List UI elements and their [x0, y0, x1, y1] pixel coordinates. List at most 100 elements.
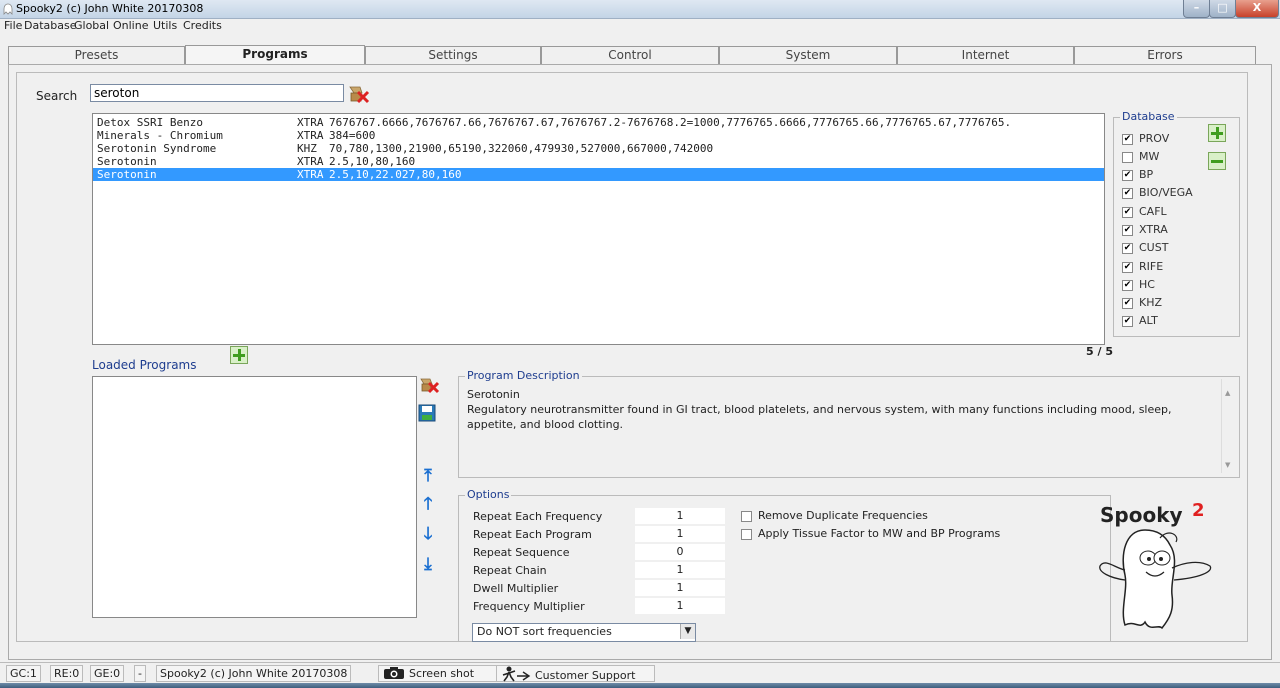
frequency-multiplier-field[interactable]: 1: [635, 598, 725, 614]
move-up-icon[interactable]: 🡑: [420, 494, 436, 514]
checkbox-icon: ✔: [1122, 133, 1133, 145]
result-row[interactable]: Minerals - Chromium XTRA 384=600: [93, 129, 1104, 142]
scroll-down-icon[interactable]: ▼: [1225, 461, 1230, 469]
checkbox-icon: ✔: [1122, 206, 1133, 218]
checkbox-icon: ✔: [1122, 315, 1133, 327]
result-count: 5 / 5: [1086, 345, 1113, 358]
db-checkbox-rife[interactable]: ✔ RIFE: [1122, 260, 1163, 276]
options-title: Options: [465, 488, 512, 501]
minimize-button[interactable]: –: [1183, 0, 1210, 18]
dwell-multiplier-field[interactable]: 1: [635, 580, 725, 596]
search-input[interactable]: [90, 84, 344, 102]
add-program-plus-icon[interactable]: [230, 346, 248, 364]
status-re: RE:0: [50, 665, 84, 682]
checkbox-icon: ✔: [1122, 169, 1133, 181]
repeat-each-frequency-label: Repeat Each Frequency: [473, 510, 603, 523]
db-checkbox-cust[interactable]: ✔ CUST: [1122, 241, 1168, 257]
screenshot-button[interactable]: Screen shot: [378, 665, 497, 682]
apply-tissue-factor-checkbox[interactable]: Apply Tissue Factor to MW and BP Program…: [741, 527, 1000, 540]
app-icon: [3, 3, 13, 15]
result-freqs: 7676767.6666,7676767.66,7676767.67,76767…: [329, 116, 1012, 129]
menu-bar: File Database Global Online Utils Credit…: [0, 19, 1280, 33]
program-description-name: Serotonin: [467, 388, 520, 401]
loaded-programs-list[interactable]: [92, 376, 417, 618]
menu-utils[interactable]: Utils: [153, 19, 177, 32]
program-description-text: Serotonin Regulatory neurotransmitter fo…: [467, 387, 1217, 432]
tab-control[interactable]: Control: [541, 46, 719, 64]
db-checkbox-prov[interactable]: ✔ PROV: [1122, 132, 1169, 148]
checkbox-icon: ✔: [1122, 261, 1133, 273]
program-description-group: Program Description Serotonin Regulatory…: [458, 369, 1240, 478]
menu-online[interactable]: Online: [113, 19, 148, 32]
result-db: KHZ: [297, 142, 317, 155]
result-name: Minerals - Chromium: [97, 129, 223, 142]
db-checkbox-mw[interactable]: MW: [1122, 150, 1159, 166]
checkbox-icon: ✔: [1122, 187, 1133, 199]
checkbox-icon: [741, 528, 752, 540]
spooky2-logo: Spooky 2: [1090, 500, 1230, 640]
db-checkbox-bio-vega[interactable]: ✔ BIO/VEGA: [1122, 186, 1193, 202]
checkbox-icon: ✔: [1122, 297, 1133, 309]
remove-duplicate-frequencies-checkbox[interactable]: Remove Duplicate Frequencies: [741, 509, 928, 522]
sort-frequencies-select[interactable]: Do NOT sort frequencies ▼: [472, 623, 696, 642]
add-database-plus-icon[interactable]: [1208, 124, 1226, 142]
tab-presets[interactable]: Presets: [8, 46, 185, 64]
tab-internet[interactable]: Internet: [897, 46, 1074, 64]
clear-search-icon[interactable]: [346, 84, 370, 106]
result-row[interactable]: Serotonin Syndrome KHZ 70,780,1300,21900…: [93, 142, 1104, 155]
menu-file[interactable]: File: [4, 19, 22, 32]
repeat-each-program-field[interactable]: 1: [635, 526, 725, 542]
result-name: Serotonin: [97, 168, 157, 181]
customer-support-button[interactable]: Customer Support: [496, 665, 655, 682]
clear-loaded-icon[interactable]: [418, 376, 440, 396]
repeat-sequence-label: Repeat Sequence: [473, 546, 570, 559]
checkbox-icon: ✔: [1122, 279, 1133, 291]
window-title: Spooky2 (c) John White 20170308: [16, 2, 204, 15]
status-dash: -: [134, 665, 146, 682]
chevron-down-icon[interactable]: ▼: [680, 624, 695, 639]
result-row[interactable]: Detox SSRI Benzo XTRA 7676767.6666,76767…: [93, 116, 1104, 129]
move-to-top-icon[interactable]: ⤒: [420, 466, 436, 486]
close-button[interactable]: X: [1235, 0, 1279, 18]
logo-text: Spooky: [1100, 503, 1183, 527]
menu-database[interactable]: Database: [24, 19, 77, 32]
database-filter-group: Database ✔ PROV MW ✔ BP ✔ BIO/VEGA ✔ CAFL ✔ X…: [1113, 110, 1240, 337]
menu-global[interactable]: Global: [74, 19, 109, 32]
repeat-sequence-field[interactable]: 0: [635, 544, 725, 560]
tab-settings[interactable]: Settings: [365, 46, 541, 64]
title-bar: Spooky2 (c) John White 20170308 – □ X: [0, 0, 1280, 19]
remove-database-minus-icon[interactable]: [1208, 152, 1226, 170]
db-checkbox-cafl[interactable]: ✔ CAFL: [1122, 205, 1167, 221]
move-down-icon[interactable]: 🡓: [420, 524, 436, 544]
db-checkbox-khz[interactable]: ✔ KHZ: [1122, 296, 1162, 312]
tab-errors[interactable]: Errors: [1074, 46, 1256, 64]
scroll-up-icon[interactable]: ▲: [1225, 389, 1230, 397]
tab-system[interactable]: System: [719, 46, 897, 64]
maximize-button[interactable]: □: [1209, 0, 1236, 18]
save-icon[interactable]: [418, 404, 436, 422]
os-taskbar: [0, 683, 1280, 688]
program-results-list[interactable]: Detox SSRI Benzo XTRA 7676767.6666,76767…: [92, 113, 1105, 345]
result-freqs: 2.5,10,22.027,80,160: [329, 168, 462, 181]
result-freqs: 70,780,1300,21900,65190,322060,479930,52…: [329, 142, 714, 155]
db-checkbox-xtra[interactable]: ✔ XTRA: [1122, 223, 1168, 239]
db-checkbox-hc[interactable]: ✔ HC: [1122, 278, 1155, 294]
menu-credits[interactable]: Credits: [183, 19, 222, 32]
db-checkbox-bp[interactable]: ✔ BP: [1122, 168, 1153, 184]
status-gc: GC:1: [6, 665, 41, 682]
description-scrollbar[interactable]: ▲ ▼: [1221, 379, 1236, 473]
repeat-each-frequency-field[interactable]: 1: [635, 508, 725, 524]
result-row-selected[interactable]: Serotonin XTRA 2.5,10,22.027,80,160: [93, 168, 1104, 181]
frequency-multiplier-label: Frequency Multiplier: [473, 600, 585, 613]
result-db: XTRA: [297, 129, 324, 142]
options-group: Options Repeat Each Frequency 1 Repeat E…: [458, 488, 1111, 642]
checkbox-icon: [1122, 151, 1133, 163]
result-row[interactable]: Serotonin XTRA 2.5,10,80,160: [93, 155, 1104, 168]
result-name: Serotonin Syndrome: [97, 142, 217, 155]
status-ge: GE:0: [90, 665, 125, 682]
search-label: Search: [36, 89, 78, 103]
db-checkbox-alt[interactable]: ✔ ALT: [1122, 314, 1158, 330]
move-to-bottom-icon[interactable]: ⤓: [420, 554, 436, 574]
repeat-chain-field[interactable]: 1: [635, 562, 725, 578]
tab-programs[interactable]: Programs: [185, 45, 365, 65]
